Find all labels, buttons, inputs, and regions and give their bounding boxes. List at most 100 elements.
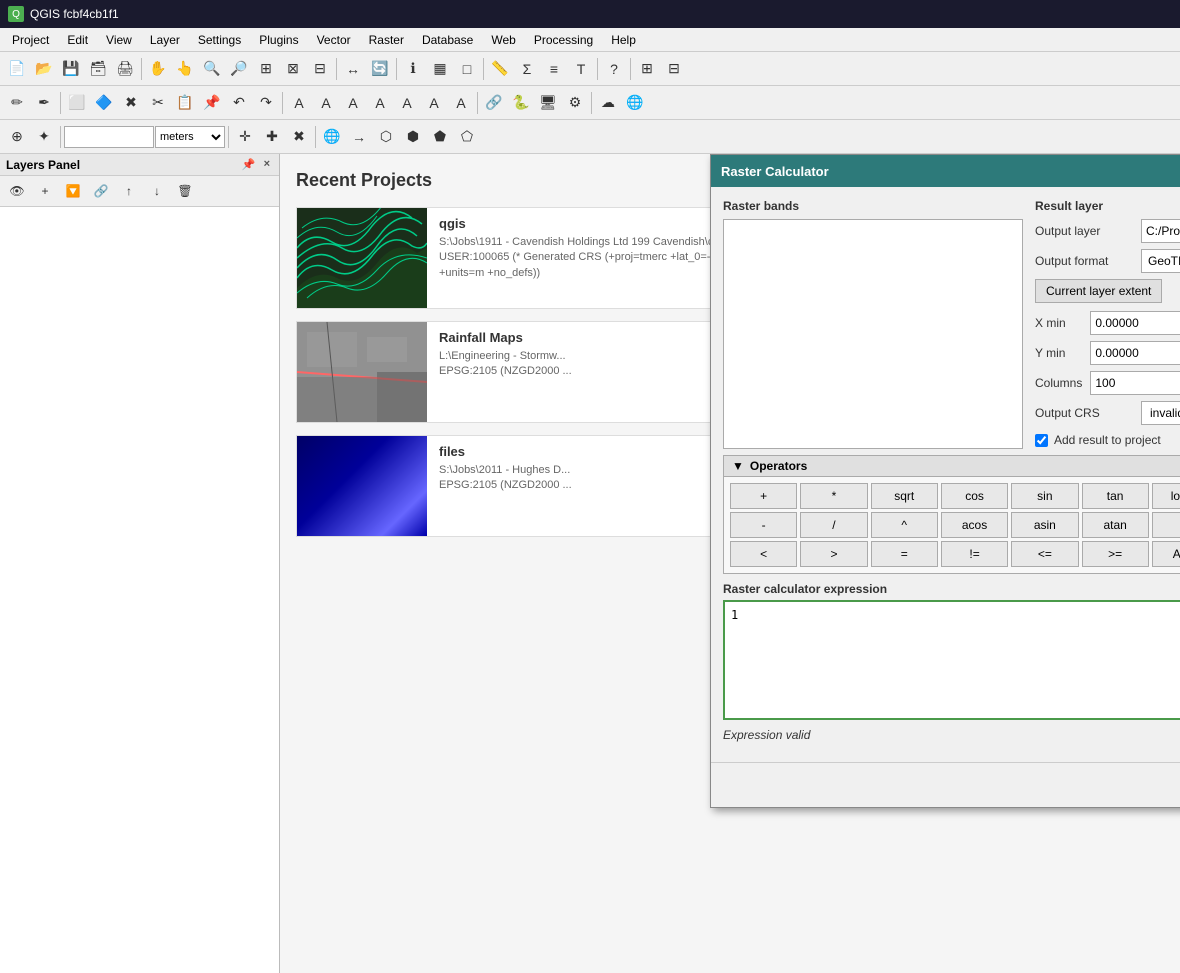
op-sin[interactable]: sin	[1011, 483, 1078, 509]
crs-btn[interactable]: 🌐	[319, 124, 345, 150]
refresh-btn[interactable]: 🔄	[367, 56, 393, 82]
pan2-btn[interactable]: 👆	[172, 56, 198, 82]
poly3-btn[interactable]: ⬟	[427, 124, 453, 150]
python-btn[interactable]: 🐍	[508, 90, 534, 116]
output-format-select[interactable]: GeoTIFF	[1141, 249, 1180, 273]
label6-btn[interactable]: A	[421, 90, 447, 116]
layer-filter-btn[interactable]: 🔽	[60, 178, 86, 204]
coordinate-input[interactable]: 0.00000	[64, 126, 154, 148]
raster-bands-listbox[interactable]	[723, 219, 1023, 449]
op-asin[interactable]: asin	[1011, 512, 1078, 538]
zoom-in-btn[interactable]: 🔍	[199, 56, 225, 82]
layer-link-btn[interactable]: 🔗	[88, 178, 114, 204]
menu-raster[interactable]: Raster	[361, 31, 412, 49]
menu-project[interactable]: Project	[4, 31, 57, 49]
op-lt[interactable]: <	[730, 541, 797, 567]
op-minus[interactable]: -	[730, 512, 797, 538]
cloud-btn[interactable]: ☁	[595, 90, 621, 116]
layer-eye-btn[interactable]: 👁	[4, 178, 30, 204]
label7-btn[interactable]: A	[448, 90, 474, 116]
cut-btn[interactable]: ✂	[145, 90, 171, 116]
menu-plugins[interactable]: Plugins	[251, 31, 306, 49]
op-gte[interactable]: >=	[1082, 541, 1149, 567]
op-sqrt[interactable]: sqrt	[871, 483, 938, 509]
layer-add-btn[interactable]: +	[32, 178, 58, 204]
coordinate-unit-select[interactable]: meters	[155, 126, 225, 148]
more2-btn[interactable]: ⊟	[661, 56, 687, 82]
poly2-btn[interactable]: ⬢	[400, 124, 426, 150]
op-caret[interactable]: ^	[871, 512, 938, 538]
pan-btn[interactable]: ✋	[145, 56, 171, 82]
globe-btn[interactable]: 🌐	[622, 90, 648, 116]
menu-settings[interactable]: Settings	[190, 31, 249, 49]
menu-help[interactable]: Help	[603, 31, 644, 49]
delete-btn[interactable]: ✖	[118, 90, 144, 116]
cross3-btn[interactable]: ✖	[286, 124, 312, 150]
attr-table-btn[interactable]: ≡	[541, 56, 567, 82]
zoom-full-btn[interactable]: ⊞	[253, 56, 279, 82]
select-btn[interactable]: ▦	[427, 56, 453, 82]
layer-remove-btn[interactable]: 🗑	[172, 178, 198, 204]
route-btn[interactable]: 🔗	[481, 90, 507, 116]
zoom-out-btn[interactable]: 🔎	[226, 56, 252, 82]
coord2-btn[interactable]: ✦	[31, 124, 57, 150]
measure-btn[interactable]: 📏	[487, 56, 513, 82]
more1-btn[interactable]: ⊞	[634, 56, 660, 82]
crs-select[interactable]: invalid projection	[1142, 405, 1180, 421]
label2-btn[interactable]: A	[313, 90, 339, 116]
edit-node-btn[interactable]: ✏	[4, 90, 30, 116]
open-project-btn[interactable]: 📂	[31, 56, 57, 82]
python2-btn[interactable]: 🖥	[535, 90, 561, 116]
process-btn[interactable]: ⚙	[562, 90, 588, 116]
op-gt[interactable]: >	[800, 541, 867, 567]
label5-btn[interactable]: A	[394, 90, 420, 116]
menu-view[interactable]: View	[98, 31, 140, 49]
coord-btn[interactable]: ⊕	[4, 124, 30, 150]
op-divide[interactable]: /	[800, 512, 867, 538]
deselect-btn[interactable]: □	[454, 56, 480, 82]
op-log10[interactable]: log10	[1152, 483, 1180, 509]
operators-header[interactable]: ▼ Operators	[724, 456, 1180, 477]
op-multiply[interactable]: *	[800, 483, 867, 509]
zoom-layer-btn[interactable]: ⊠	[280, 56, 306, 82]
add-result-checkbox[interactable]	[1035, 434, 1048, 447]
layer-down-btn[interactable]: ↓	[144, 178, 170, 204]
xmin-input[interactable]	[1091, 312, 1180, 334]
arrow-btn[interactable]: →	[346, 124, 372, 150]
help-btn[interactable]: ?	[601, 56, 627, 82]
cross-btn[interactable]: ✛	[232, 124, 258, 150]
label-btn[interactable]: A	[286, 90, 312, 116]
expr-box[interactable]: 1	[723, 600, 1180, 720]
menu-edit[interactable]: Edit	[59, 31, 96, 49]
digitize-btn[interactable]: ⬜	[64, 90, 90, 116]
stat-btn[interactable]: Σ	[514, 56, 540, 82]
ymin-input[interactable]	[1091, 342, 1180, 364]
poly4-btn[interactable]: ⬠	[454, 124, 480, 150]
op-ln[interactable]: ln	[1152, 512, 1180, 538]
digitize2-btn[interactable]: 🔷	[91, 90, 117, 116]
op-eq[interactable]: =	[871, 541, 938, 567]
undo-btn[interactable]: ↶	[226, 90, 252, 116]
op-plus[interactable]: +	[730, 483, 797, 509]
op-lte[interactable]: <=	[1011, 541, 1078, 567]
op-tan[interactable]: tan	[1082, 483, 1149, 509]
pan-map-btn[interactable]: ↔	[340, 56, 366, 82]
edit2-btn[interactable]: ✒	[31, 90, 57, 116]
add-result-label[interactable]: Add result to project	[1054, 433, 1161, 447]
panel-pin-btn[interactable]: 📌	[239, 157, 259, 172]
redo-btn[interactable]: ↷	[253, 90, 279, 116]
paste-btn[interactable]: 📌	[199, 90, 225, 116]
op-cos[interactable]: cos	[941, 483, 1008, 509]
panel-close-btn[interactable]: ×	[261, 157, 273, 172]
menu-layer[interactable]: Layer	[142, 31, 188, 49]
output-layer-input[interactable]	[1141, 219, 1180, 243]
field-calc-btn[interactable]: T	[568, 56, 594, 82]
op-neq[interactable]: !=	[941, 541, 1008, 567]
label4-btn[interactable]: A	[367, 90, 393, 116]
columns-input[interactable]	[1091, 372, 1180, 394]
current-extent-btn[interactable]: Current layer extent	[1035, 279, 1162, 303]
cross2-btn[interactable]: ✚	[259, 124, 285, 150]
op-and[interactable]: AND	[1152, 541, 1180, 567]
new-project-btn[interactable]: 📄	[4, 56, 30, 82]
label3-btn[interactable]: A	[340, 90, 366, 116]
